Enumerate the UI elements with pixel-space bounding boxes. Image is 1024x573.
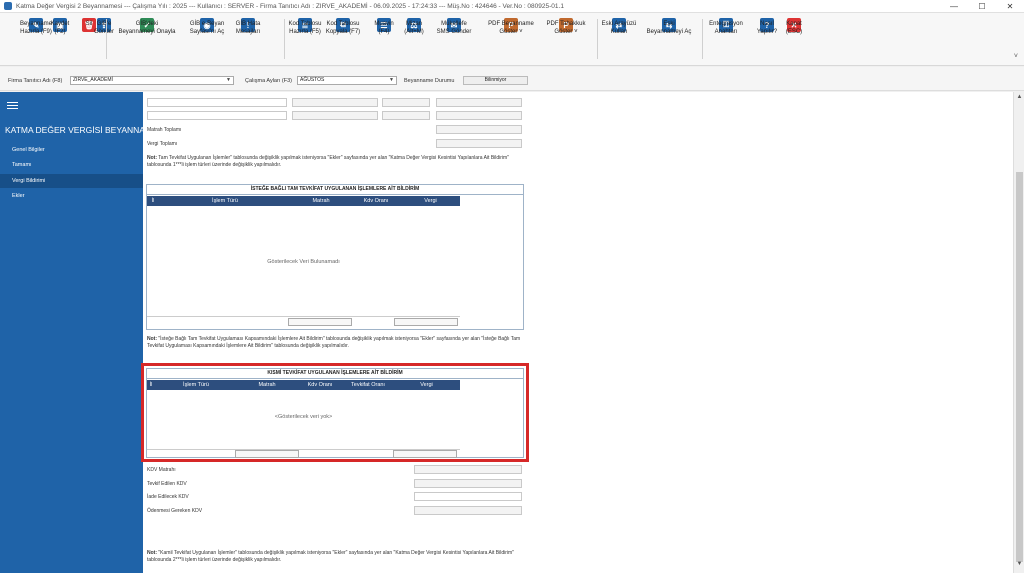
sidebar-item-ekler[interactable]: Ekler <box>0 189 143 203</box>
column-header[interactable]: Vergi <box>401 196 460 206</box>
ribbon-separator <box>597 19 598 59</box>
oran-input[interactable] <box>382 98 430 107</box>
eski-arayuzu-kullan-label: Eski Arayüzü Kullan <box>601 21 637 35</box>
note-2: Not: "İsteğe Bağlı Tam Tevkifat Uygulama… <box>147 336 521 349</box>
oran-input[interactable] <box>382 111 430 120</box>
tevkif-edilen-kdv-field <box>414 479 522 488</box>
vergi-input[interactable] <box>436 98 522 107</box>
footer-sum <box>394 318 458 326</box>
maximize-button[interactable]: ☐ <box>968 0 996 13</box>
odenmesi-gereken-kdv-field <box>414 506 522 515</box>
scroll-down-icon[interactable]: ▼ <box>1015 561 1024 570</box>
aylar-select[interactable]: AĞUSTOS ▼ <box>297 76 397 85</box>
note-1: Not: Tam Tevkifat Uygulanan İşlemler" ta… <box>147 155 509 168</box>
sidebar: KATMA DEĞER VERGİSİ BEYANNAM... Genel Bi… <box>0 92 159 573</box>
ribbon-separator <box>106 19 107 59</box>
menu-icon[interactable] <box>7 102 18 111</box>
mukellefe-sms-gonder-button[interactable]: ✉ Mükellefe SMS Gönder <box>424 18 484 35</box>
sidebar-item-genel-bilgiler[interactable]: Genel Bilgiler <box>0 143 143 157</box>
ribbon-toolbar: ˅ ✎ Beyanname Hazırla (F9) ▣ Kaydet (F2) 🗑 Si… <box>0 13 1024 66</box>
iade-edilecek-kdv-input[interactable] <box>414 492 522 501</box>
eski-beyannameyi-ac-button[interactable]: ⇆ Eski Beyannameyi Aç <box>639 18 699 35</box>
sidebar-item-vergi-bildirimi[interactable]: Vergi Bildirimi <box>0 174 143 188</box>
pdf-tahakkuk-goster-button[interactable]: P PDF Tahakkuk Göster ˅ <box>536 18 596 35</box>
vergi-input[interactable] <box>436 111 522 120</box>
matrah-toplami-field <box>436 125 522 134</box>
scroll-thumb[interactable] <box>1016 172 1023 562</box>
odenmesi-gereken-kdv-label: Ödenmesi Gereken KDV <box>147 508 203 514</box>
firma-value: ZIRVE_AKADEMİ <box>73 77 113 83</box>
empty-message: Gösterilecek Veri Bulunamadı <box>267 259 340 265</box>
app-icon <box>4 2 12 10</box>
title-bar: Katma Değer Vergisi 2 Beyannamesi --- Ça… <box>0 0 1024 13</box>
scroll-up-icon[interactable]: ▲ <box>1015 94 1024 103</box>
column-header[interactable]: Matrah <box>291 196 351 206</box>
eski-beyannameyi-ac-label: Eski Beyannameyi Aç <box>646 21 692 35</box>
filter-row: Firma Tanıtıcı Adı (F8) ZIRVE_AKADEMİ ▼ … <box>0 67 1024 91</box>
window-controls: — ☐ ✕ <box>940 0 1024 13</box>
column-header[interactable]: İşlem Türü <box>159 196 291 206</box>
matrah-input[interactable] <box>292 98 378 107</box>
ribbon-collapse-icon[interactable]: ˅ <box>1014 53 1018 60</box>
column-header[interactable]: Kdv Oranı <box>351 196 401 206</box>
kapat-label: Kapat (ESC) <box>785 21 803 35</box>
iade-edilecek-kdv-label: İade Edilecek KDV <box>147 494 189 500</box>
minimize-button[interactable]: — <box>940 0 968 13</box>
kdv-matrahi-field <box>414 465 522 474</box>
pdf-tahakkuk-goster-label: PDF Tahakkuk Göster ˅ <box>546 21 586 35</box>
il-select[interactable] <box>147 111 287 120</box>
table-title: İSTEĞE BAĞLI TAM TEVKİFAT UYGULANAN İŞLE… <box>147 185 523 195</box>
tevkif-edilen-kdv-label: Tevkif Edilen KDV <box>147 481 187 487</box>
gibdeki-beyannameyi-onayla-label: GİB'deki Beyannameyi Onayla <box>118 21 176 35</box>
sidebar-item-tamami[interactable]: Tamamı <box>0 158 143 172</box>
mukellefe-sms-gonder-label: Mükellefe SMS Gönder <box>436 21 472 35</box>
kdv-matrahi-label: KDV Matrahı <box>147 467 176 473</box>
ribbon-separator <box>284 19 285 59</box>
durum-label: Beyanname Durumu <box>404 78 455 84</box>
sidebar-title: KATMA DEĞER VERGİSİ BEYANNAM... <box>5 125 160 135</box>
aylar-value: AĞUSTOS <box>300 77 325 83</box>
firma-label: Firma Tanıtıcı Adı (F8) <box>8 78 63 84</box>
gibe-gonder-label: GİB'e Gönder <box>93 21 114 35</box>
matrah-input[interactable] <box>292 111 378 120</box>
table-header: İl İşlem Türü Matrah Kdv Oranı Vergi <box>147 196 460 206</box>
gibdeki-beyannameyi-onayla-button[interactable]: ✓ GİB'deki Beyannameyi Onayla <box>117 18 177 35</box>
note-3: Not: "Kamil Tevkifat Uygulanan İşlemler"… <box>147 550 514 563</box>
matrah-toplami-label: Matrah Toplamı <box>147 127 182 133</box>
mizan-label: Mizan (Alt+M) <box>404 21 424 35</box>
chevron-down-icon: ▼ <box>226 77 231 83</box>
footer-sum <box>288 318 352 326</box>
pdf-beyanname-goster-button[interactable]: P PDF Beyanname Göster ˅ <box>481 18 541 35</box>
gib-hata-mesajlari-button[interactable]: ! GİB Hata Mesajları <box>218 18 278 35</box>
vergi-toplami-label: Vergi Toplamı <box>147 141 178 147</box>
ribbon-separator <box>702 19 703 59</box>
vergi-toplami-field <box>436 139 522 148</box>
aylar-label: Çalışma Ayları (F3) <box>245 78 292 84</box>
firma-select[interactable]: ZIRVE_AKADEMİ ▼ <box>70 76 234 85</box>
main-content: Matrah Toplamı Vergi Toplamı Not: Tam Te… <box>143 92 1013 573</box>
kapat-button[interactable]: ✕ Kapat (ESC) <box>764 18 824 35</box>
chevron-down-icon: ▼ <box>389 77 394 83</box>
il-select[interactable] <box>147 98 287 107</box>
highlight-frame <box>141 363 529 462</box>
tam-tevkifat-table: İSTEĞE BAĞLI TAM TEVKİFAT UYGULANAN İŞLE… <box>146 184 524 330</box>
gib-hata-mesajlari-label: GİB Hata Mesajları <box>235 21 261 35</box>
column-header[interactable]: İl <box>147 196 159 206</box>
durum-badge: Bilinmiyor <box>463 76 528 85</box>
close-window-button[interactable]: ✕ <box>996 0 1024 13</box>
vertical-scrollbar[interactable]: ▲ ▼ <box>1013 92 1024 573</box>
pdf-beyanname-goster-label: PDF Beyanname Göster ˅ <box>488 21 534 35</box>
window-title: Katma Değer Vergisi 2 Beyannamesi --- Ça… <box>16 2 564 10</box>
